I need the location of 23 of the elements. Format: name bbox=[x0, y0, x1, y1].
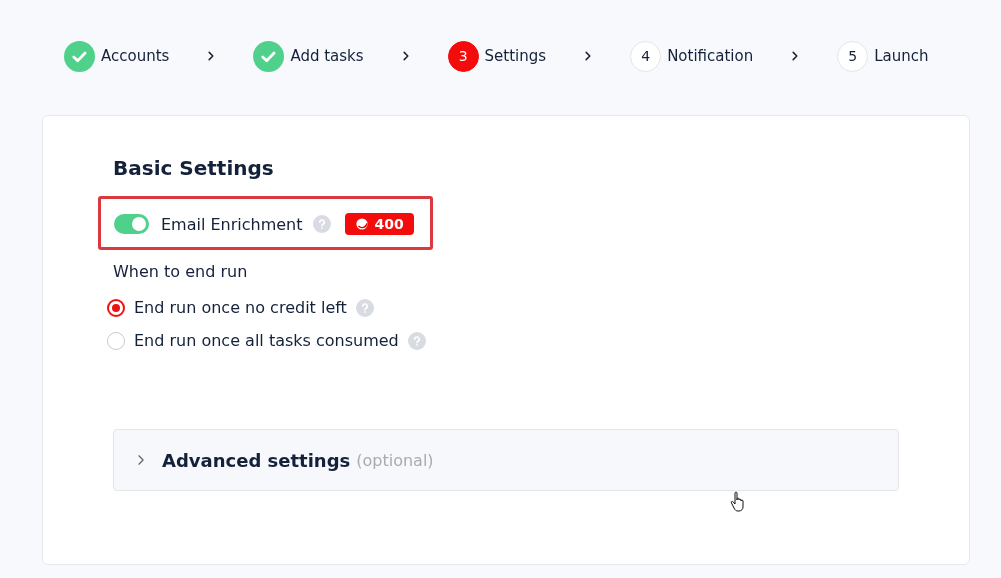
section-title: Basic Settings bbox=[113, 156, 275, 180]
help-icon bbox=[355, 298, 374, 317]
step-number: 4 bbox=[630, 40, 662, 72]
radio-button[interactable] bbox=[107, 298, 125, 317]
coin-icon bbox=[354, 217, 369, 231]
step-number: 3 bbox=[447, 40, 479, 72]
help-icon bbox=[312, 215, 331, 233]
step-label[interactable]: Add tasks bbox=[290, 47, 364, 65]
toggle-label: Email Enrichment bbox=[161, 214, 303, 234]
step-number: 5 bbox=[837, 40, 869, 72]
question-label: When to end run bbox=[113, 262, 249, 281]
radio-label[interactable]: End run once all tasks consumed bbox=[134, 331, 399, 350]
toggle-switch[interactable] bbox=[114, 214, 149, 234]
step-label[interactable]: Launch bbox=[874, 47, 929, 65]
credit-badge: 400 bbox=[344, 213, 414, 235]
hand-cursor-icon bbox=[730, 491, 746, 513]
radio-label[interactable]: End run once no credit left bbox=[134, 298, 347, 317]
advanced-settings-panel[interactable]: Advanced settings (optional) bbox=[113, 429, 899, 491]
help-icon bbox=[407, 331, 426, 350]
step-label[interactable]: Settings bbox=[484, 47, 547, 65]
step-label[interactable]: Accounts bbox=[101, 47, 170, 65]
radio-button[interactable] bbox=[107, 331, 125, 350]
step-label[interactable]: Notification bbox=[667, 47, 754, 65]
